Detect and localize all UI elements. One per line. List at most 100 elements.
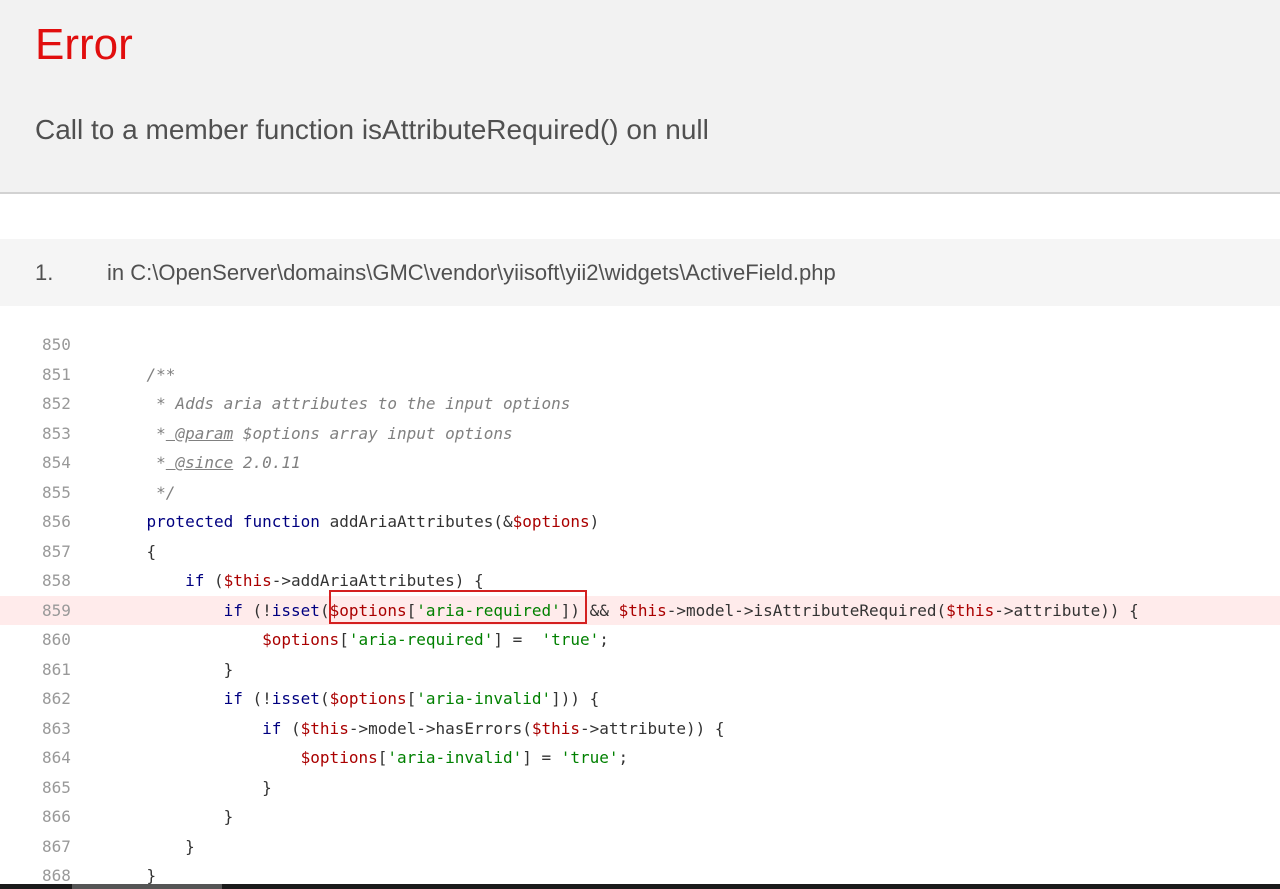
code-block: 850 851 /** 852 * Adds aria attributes to …	[0, 330, 1280, 889]
code-token: ;	[599, 630, 609, 649]
code-token: $options	[300, 748, 378, 767]
code-token: [	[339, 630, 349, 649]
code-token: if	[223, 689, 243, 708]
code-token: @param	[165, 423, 234, 443]
code-token: )	[589, 512, 600, 531]
error-header: Error Call to a member function isAttrib…	[0, 0, 1280, 194]
line-number: 861	[42, 659, 71, 679]
line-code: if (!isset($options['aria-invalid'])) {	[108, 684, 600, 714]
line-code: * @since 2.0.11	[108, 448, 301, 478]
code-token: @since	[165, 453, 234, 472]
line-number: 854	[42, 453, 71, 472]
code-token: $options	[329, 600, 407, 620]
scrollbar-thumb[interactable]	[72, 884, 222, 889]
code-token: 2.0.11	[233, 453, 301, 472]
line-number: 859	[42, 600, 71, 620]
code-line: 860 $options['aria-required'] = 'true';	[0, 625, 1280, 655]
code-token: ])) {	[551, 689, 600, 708]
code-token: $this	[223, 571, 272, 590]
line-code: * Adds aria attributes to the input opti…	[108, 389, 570, 419]
code-token: [	[406, 689, 417, 708]
code-token: 'true'	[541, 630, 600, 649]
code-line: 861 }	[0, 655, 1280, 685]
code-token: addAriaAttributes(&	[319, 512, 513, 531]
code-line: 865 }	[0, 773, 1280, 803]
line-code: }	[108, 832, 195, 862]
code-token: (	[319, 600, 330, 620]
code-line: 866 }	[0, 802, 1280, 832]
code-token: isset	[271, 600, 320, 620]
code-token: }	[108, 807, 234, 826]
code-token: ->attribute)) {	[994, 600, 1139, 620]
code-token: $options	[262, 630, 340, 649]
line-code: }	[108, 655, 234, 685]
error-code-line: 859 if (!isset($options['aria-required']…	[0, 595, 1280, 626]
error-title: Error	[35, 20, 133, 69]
line-number: 852	[42, 394, 71, 413]
code-token: $this	[618, 600, 667, 620]
code-token: ]) &&	[560, 600, 619, 620]
code-token: ->addAriaAttributes) {	[271, 571, 484, 590]
code-token: 'aria-invalid'	[416, 689, 552, 708]
code-line: 864 $options['aria-invalid'] = 'true';	[0, 743, 1280, 773]
code-token: ] =	[493, 630, 542, 649]
code-token: *	[108, 453, 166, 472]
code-line: 852 * Adds aria attributes to the input …	[0, 389, 1280, 419]
code-token: (!	[242, 600, 272, 620]
code-line: 850	[0, 330, 1280, 360]
code-token: ->attribute)) {	[580, 718, 725, 738]
code-token: 'aria-required'	[348, 630, 494, 649]
code-token: (	[204, 571, 224, 590]
error-message: Call to a member function isAttributeReq…	[35, 114, 709, 145]
code-token: $options array input options	[233, 423, 513, 443]
line-number: 860	[42, 630, 71, 649]
code-line: 851 /**	[0, 360, 1280, 390]
line-number: 856	[42, 512, 71, 531]
line-code: $options['aria-invalid'] = 'true';	[108, 743, 629, 773]
line-number: 855	[42, 482, 71, 502]
code-token: }	[108, 866, 157, 885]
code-token: (	[319, 689, 330, 708]
horizontal-scrollbar[interactable]	[0, 884, 1280, 889]
code-token: {	[108, 541, 157, 561]
code-token: */	[108, 482, 176, 502]
call-stack-item: 1. in C:\OpenServer\domains\GMC\vendor\y…	[0, 239, 1280, 889]
code-token: /**	[108, 364, 176, 384]
code-token: ] =	[522, 748, 561, 767]
code-token: $options	[512, 512, 590, 531]
code-line: 862 if (!isset($options['aria-invalid'])…	[0, 684, 1280, 714]
line-number: 858	[42, 571, 71, 590]
code-token: $this	[300, 718, 349, 738]
line-code: if (!isset($options['aria-required']) &&…	[108, 596, 1139, 626]
code-token: $options	[329, 689, 407, 708]
code-token: if	[262, 718, 282, 738]
line-number: 853	[42, 423, 71, 443]
stack-item-header[interactable]: 1. in C:\OpenServer\domains\GMC\vendor\y…	[0, 239, 1280, 306]
code-token: (!	[242, 689, 272, 708]
code-line: 855 */	[0, 478, 1280, 508]
line-number: 863	[42, 718, 71, 738]
code-token: 'aria-invalid'	[387, 748, 523, 767]
code-token: if	[185, 571, 205, 590]
line-number: 867	[42, 836, 71, 856]
stack-item-number: 1.	[35, 260, 54, 285]
code-token: ->model->hasErrors(	[348, 718, 532, 738]
code-line: 853 * @param $options array input option…	[0, 419, 1280, 449]
code-token: $this	[531, 718, 581, 738]
line-code: }	[108, 773, 272, 803]
code-line: 856 protected function addAriaAttributes…	[0, 507, 1280, 537]
code-token: [	[377, 748, 388, 767]
code-token: isset	[271, 689, 320, 708]
code-token: 'true'	[560, 748, 619, 767]
line-code: if ($this->addAriaAttributes) {	[108, 566, 484, 596]
line-code: */	[108, 478, 175, 508]
code-token: protected	[146, 512, 234, 531]
code-line: 858 if ($this->addAriaAttributes) {	[0, 566, 1280, 596]
stack-item-file-path: in C:\OpenServer\domains\GMC\vendor\yiis…	[107, 260, 836, 285]
